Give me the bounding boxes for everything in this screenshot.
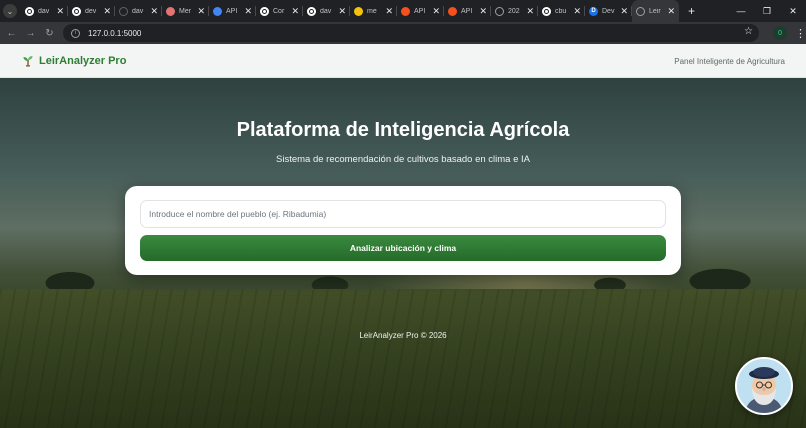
tab-search-chevron-icon[interactable]: ⌄	[3, 4, 17, 18]
window-controls: — ❐ ✕	[728, 0, 806, 22]
address-url: 127.0.0.1:5000	[88, 28, 142, 38]
browser-tab[interactable]: API ✕	[444, 0, 491, 22]
browser-tab-title: dav	[132, 7, 144, 15]
close-tab-icon[interactable]: ✕	[103, 6, 111, 16]
sprout-icon	[23, 56, 33, 67]
close-tab-icon[interactable]: ✕	[291, 6, 299, 16]
hero-subtitle: Sistema de recomendación de cultivos bas…	[276, 154, 530, 165]
browser-tab-title: 202	[508, 7, 520, 15]
browser-tab-title: Cor	[273, 7, 285, 15]
browser-tab-title: dev	[85, 7, 97, 15]
browser-tab-title: API	[461, 7, 473, 15]
browser-tab[interactable]: Cor ✕	[256, 0, 303, 22]
close-tab-icon[interactable]: ✕	[479, 6, 487, 16]
restore-icon[interactable]: ❐	[754, 0, 780, 22]
search-card: Analizar ubicación y clima	[125, 186, 681, 275]
browser-tab[interactable]: cbu ✕	[538, 0, 585, 22]
browser-tab-title: dav	[38, 7, 50, 15]
town-search-input[interactable]	[140, 200, 666, 228]
red-dot-icon	[166, 6, 175, 16]
browser-tab[interactable]: API ✕	[209, 0, 256, 22]
github-icon	[307, 6, 316, 16]
browser-tab-title: Mer	[179, 7, 192, 15]
new-tab-button[interactable]: +	[688, 4, 695, 18]
footer-copyright: LeirAnalyzer Pro © 2026	[359, 331, 447, 340]
close-tab-icon[interactable]: ✕	[197, 6, 205, 16]
orange-icon	[401, 6, 410, 16]
reload-icon[interactable]: ↻	[40, 24, 59, 43]
browser-tab-title: dav	[320, 7, 332, 15]
brand[interactable]: LeirAnalyzer Pro	[22, 55, 126, 67]
browser-tab[interactable]: dav ✕	[115, 0, 162, 22]
back-arrow-icon[interactable]: ←	[2, 24, 21, 43]
brand-name: LeirAnalyzer Pro	[39, 55, 127, 67]
browser-tab-title: Dev	[602, 7, 615, 15]
site-info-icon[interactable]: i	[71, 28, 80, 38]
forward-arrow-icon[interactable]: →	[21, 24, 40, 43]
browser-tab-strip: ⌄ dav ✕ dev ✕ dav ✕ Mer ✕ API ✕ Cor ✕ dav ✕ me ✕ API ✕ API…	[0, 0, 806, 22]
close-tab-icon[interactable]: ✕	[573, 6, 581, 16]
orange-icon	[448, 6, 457, 16]
close-tab-icon[interactable]: ✕	[620, 6, 628, 16]
github-icon	[260, 6, 269, 16]
browser-tab-title: Leir	[649, 7, 661, 15]
globe-icon	[636, 6, 645, 16]
minimize-icon[interactable]: —	[728, 0, 754, 22]
browser-tab-title: API	[414, 7, 426, 15]
browser-tab[interactable]: dav ✕	[21, 0, 68, 22]
page-viewport: LeirAnalyzer Pro Panel Inteligente de Ag…	[0, 44, 806, 428]
browser-tab[interactable]: Leir ✕	[632, 0, 679, 22]
loading-icon	[119, 6, 128, 16]
d-icon: D	[589, 6, 598, 16]
browser-tab-title: cbu	[555, 7, 567, 15]
browser-toolbar: ← → ↻ i 127.0.0.1:5000 ☆ 0 ⋮	[0, 22, 806, 44]
browser-tab[interactable]: 202 ✕	[491, 0, 538, 22]
assistant-avatar[interactable]	[735, 357, 793, 415]
browser-tab-title: API	[226, 7, 238, 15]
address-bar[interactable]: i 127.0.0.1:5000 ☆	[63, 24, 759, 42]
blue-icon	[213, 6, 222, 16]
browser-tab[interactable]: dav ✕	[303, 0, 350, 22]
close-tab-icon[interactable]: ✕	[150, 6, 158, 16]
site-header: LeirAnalyzer Pro Panel Inteligente de Ag…	[0, 44, 806, 78]
browser-tab[interactable]: Mer ✕	[162, 0, 209, 22]
browser-menu-icon[interactable]: ⋮	[795, 27, 806, 40]
header-subtitle: Panel Inteligente de Agricultura	[674, 57, 785, 66]
close-tab-icon[interactable]: ✕	[667, 6, 675, 16]
close-tab-icon[interactable]: ✕	[385, 6, 393, 16]
bookmark-star-icon[interactable]: ☆	[744, 26, 753, 37]
browser-tab[interactable]: D Dev ✕	[585, 0, 632, 22]
close-tab-icon[interactable]: ✕	[56, 6, 64, 16]
browser-tab[interactable]: dev ✕	[68, 0, 115, 22]
browser-tab-title: me	[367, 7, 377, 15]
github-icon	[72, 6, 81, 16]
github-icon	[542, 6, 551, 16]
close-tab-icon[interactable]: ✕	[244, 6, 252, 16]
browser-tab[interactable]: me ✕	[350, 0, 397, 22]
close-tab-icon[interactable]: ✕	[432, 6, 440, 16]
extension-badge[interactable]: 0	[773, 26, 787, 40]
close-window-icon[interactable]: ✕	[780, 0, 806, 22]
old-farmer-avatar-icon	[737, 359, 791, 413]
close-tab-icon[interactable]: ✕	[338, 6, 346, 16]
analyze-button[interactable]: Analizar ubicación y clima	[140, 235, 666, 261]
browser-tab[interactable]: API ✕	[397, 0, 444, 22]
hero-title: Plataforma de Inteligencia Agrícola	[236, 119, 570, 141]
globe-icon	[495, 6, 504, 16]
yellow-face-icon	[354, 6, 363, 16]
github-icon	[25, 6, 34, 16]
tab-list: dav ✕ dev ✕ dav ✕ Mer ✕ API ✕ Cor ✕ dav ✕ me ✕ API ✕ API ✕ 2…	[21, 0, 679, 22]
close-tab-icon[interactable]: ✕	[526, 6, 534, 16]
